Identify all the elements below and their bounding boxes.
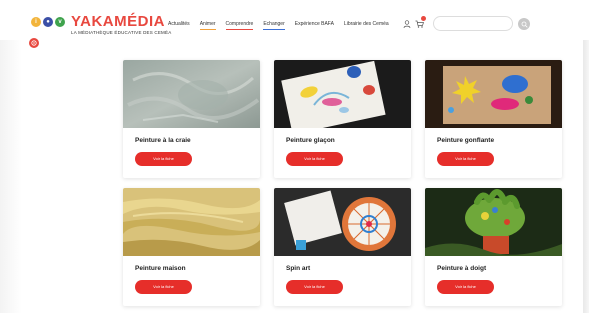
card-title: Peinture glaçon — [286, 137, 335, 144]
card-title: Peinture maison — [135, 265, 186, 272]
activity-card: Peinture glaçon Voir la fiche — [274, 60, 411, 178]
finger-painting-image — [425, 188, 562, 256]
page-left-margin — [0, 0, 22, 313]
view-sheet-button[interactable]: Voir la fiche — [135, 152, 192, 166]
page-right-edge — [583, 0, 589, 313]
view-sheet-button[interactable]: Voir la fiche — [437, 280, 494, 294]
card-image-spin-art[interactable] — [274, 188, 411, 256]
logo-icons: i ● v — [31, 17, 65, 27]
view-sheet-button[interactable]: Voir la fiche — [135, 280, 192, 294]
view-sheet-button[interactable]: Voir la fiche — [437, 152, 494, 166]
homemade-painting-image — [123, 188, 260, 256]
site-tagline: LA MÉDIATHÈQUE ÉDUCATIVE DES CEMÉA — [71, 30, 172, 35]
logo-circle-yellow-icon: i — [31, 17, 41, 27]
puffy-painting-image — [425, 60, 562, 128]
card-title: Spin art — [286, 265, 311, 272]
user-icon[interactable] — [403, 20, 411, 28]
search-input[interactable] — [433, 16, 513, 31]
card-image-ice[interactable] — [274, 60, 411, 128]
card-image-puffy[interactable] — [425, 60, 562, 128]
view-sheet-button[interactable]: Voir la fiche — [286, 152, 343, 166]
ice-painting-image — [274, 60, 411, 128]
activity-card: Peinture à la craie Voir la fiche — [123, 60, 260, 178]
card-title: Peinture à doigt — [437, 265, 487, 272]
nav-item-echanger[interactable]: Echanger — [263, 21, 285, 30]
activity-card: Spin art Voir la fiche — [274, 188, 411, 306]
card-image-finger[interactable] — [425, 188, 562, 256]
cart-icon[interactable] — [415, 20, 424, 28]
accessibility-icon — [31, 40, 37, 46]
card-title: Peinture gonflante — [437, 137, 495, 144]
logo-circle-blue-icon: ● — [43, 17, 53, 27]
card-image-homemade[interactable] — [123, 188, 260, 256]
activity-card: Peinture gonflante Voir la fiche — [425, 60, 562, 178]
nav-item-animer[interactable]: Animer — [199, 21, 216, 30]
site-header: i ● v YAKAMÉDIA LA MÉDIATHÈQUE ÉDUCATIVE… — [0, 0, 589, 40]
activity-card: Peinture à doigt Voir la fiche — [425, 188, 562, 306]
spin-art-image — [274, 188, 411, 256]
card-image-chalk[interactable] — [123, 60, 260, 128]
main-nav: Actualités Animer Comprendre Echanger Ex… — [168, 21, 399, 30]
accessibility-button[interactable] — [29, 38, 39, 48]
logo-circle-green-icon: v — [55, 17, 65, 27]
view-sheet-button[interactable]: Voir la fiche — [286, 280, 343, 294]
nav-item-experience-bafa[interactable]: Expérience BAFA — [295, 21, 334, 30]
card-title: Peinture à la craie — [135, 137, 191, 144]
search-button[interactable] — [518, 18, 530, 30]
search-icon — [521, 21, 528, 28]
activity-card: Peinture maison Voir la fiche — [123, 188, 260, 306]
cart-badge — [421, 16, 426, 21]
nav-item-librairie[interactable]: Librairie des Ceméa — [344, 21, 389, 30]
chalk-painting-image — [123, 60, 260, 128]
nav-item-actualites[interactable]: Actualités — [168, 21, 190, 30]
site-logo[interactable]: YAKAMÉDIA — [71, 13, 165, 30]
nav-item-comprendre[interactable]: Comprendre — [225, 21, 254, 30]
